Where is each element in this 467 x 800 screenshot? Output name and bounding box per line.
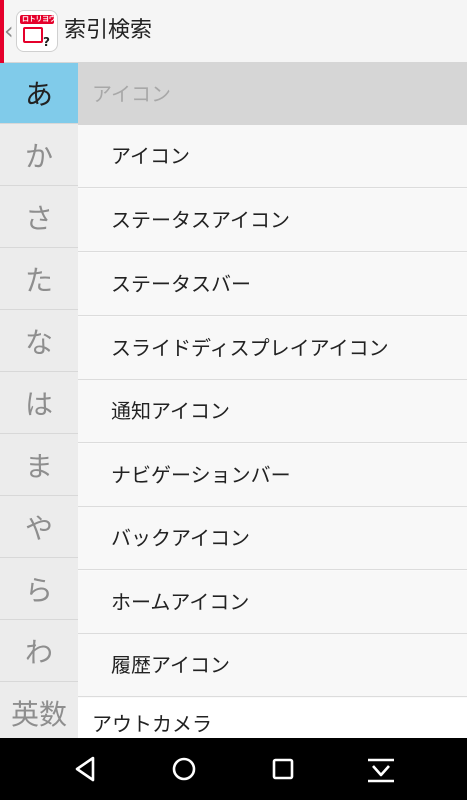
term-list[interactable]: アイコン アイコン ステータスアイコン ステータスバー スライドディスプレイアイ… [78,63,467,738]
list-item[interactable]: バックアイコン [78,507,467,570]
list-item[interactable]: ステータスアイコン [78,189,467,252]
app-bar: ‹ ロトリヨウ ? 索引検索 [0,0,467,63]
index-item-ha[interactable]: は [0,373,78,434]
index-item-na[interactable]: な [0,311,78,372]
index-item-ra[interactable]: ら [0,559,78,620]
hide-keyboard-icon[interactable] [363,751,399,787]
recents-square-icon[interactable] [265,751,301,787]
logo-question-glyph: ? [43,35,50,49]
chevron-left-icon[interactable]: ‹ [4,17,14,45]
index-item-alnum[interactable]: 英数 [0,683,78,744]
back-triangle-icon[interactable] [68,751,104,787]
next-section-item[interactable]: アウトカメラ [78,698,467,738]
home-circle-icon[interactable] [166,751,202,787]
list-item[interactable]: 履歴アイコン [78,634,467,697]
system-nav-bar [0,738,467,800]
section-header: アイコン [78,63,467,125]
logo-strip: ロトリヨウ [20,15,56,24]
app-logo[interactable]: ロトリヨウ ? [16,10,58,52]
list-item[interactable]: アイコン [78,125,467,188]
index-item-a[interactable]: あ [0,63,78,124]
index-item-sa[interactable]: さ [0,187,78,248]
index-item-ka[interactable]: か [0,125,78,186]
list-item[interactable]: ホームアイコン [78,571,467,634]
index-item-ya[interactable]: や [0,497,78,558]
page-title: 索引検索 [64,18,153,43]
logo-card-icon [23,27,43,43]
index-item-wa[interactable]: わ [0,621,78,682]
list-item[interactable]: ナビゲーションバー [78,444,467,507]
kana-index: あ か さ た な は ま や ら わ 英数 [0,63,78,744]
index-item-ta[interactable]: た [0,249,78,310]
list-item[interactable]: 通知アイコン [78,380,467,443]
logo-text: ロトリヨウ [22,15,56,23]
index-item-ma[interactable]: ま [0,435,78,496]
list-item[interactable]: ステータスバー [78,253,467,316]
list-item[interactable]: スライドディスプレイアイコン [78,317,467,380]
